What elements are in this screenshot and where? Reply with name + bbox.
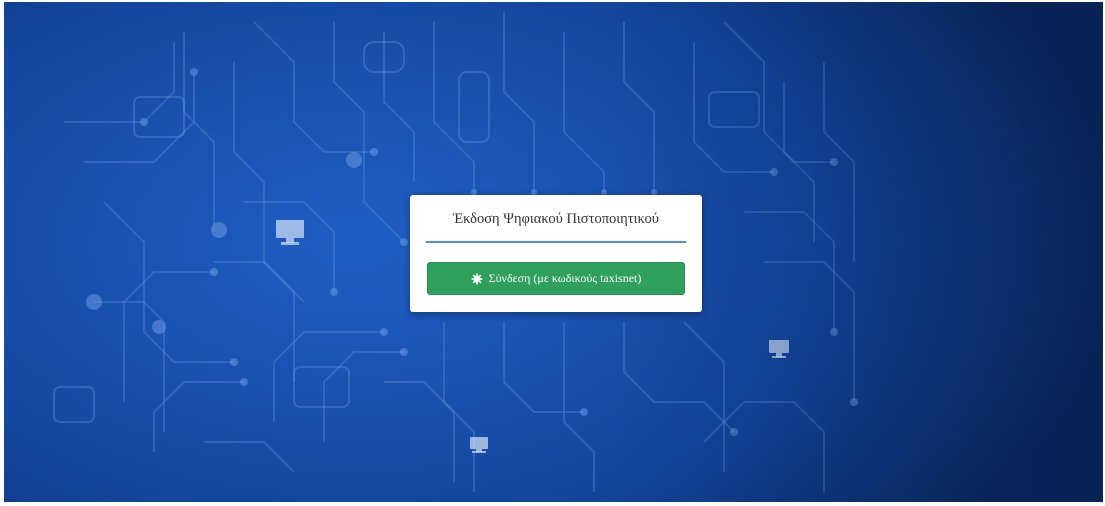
cog-icon <box>471 273 483 284</box>
monitor-icon-bottom <box>470 437 488 453</box>
monitor-icon-right <box>769 340 789 358</box>
title-divider <box>426 241 686 243</box>
dialog-title: Έκδοση Ψηφιακού Πιστοποιητικού <box>453 211 659 227</box>
login-button-label: Σύνδεση (με κωδικούς taxisnet) <box>488 271 642 285</box>
login-dialog: Έκδοση Ψηφιακού Πιστοποιητικού Σύνδεση (… <box>410 195 702 312</box>
taxisnet-login-button[interactable]: Σύνδεση (με κωδικούς taxisnet) <box>427 262 685 295</box>
page-background: Έκδοση Ψηφιακού Πιστοποιητικού Σύνδεση (… <box>4 2 1103 502</box>
monitor-icon-left <box>276 220 304 245</box>
